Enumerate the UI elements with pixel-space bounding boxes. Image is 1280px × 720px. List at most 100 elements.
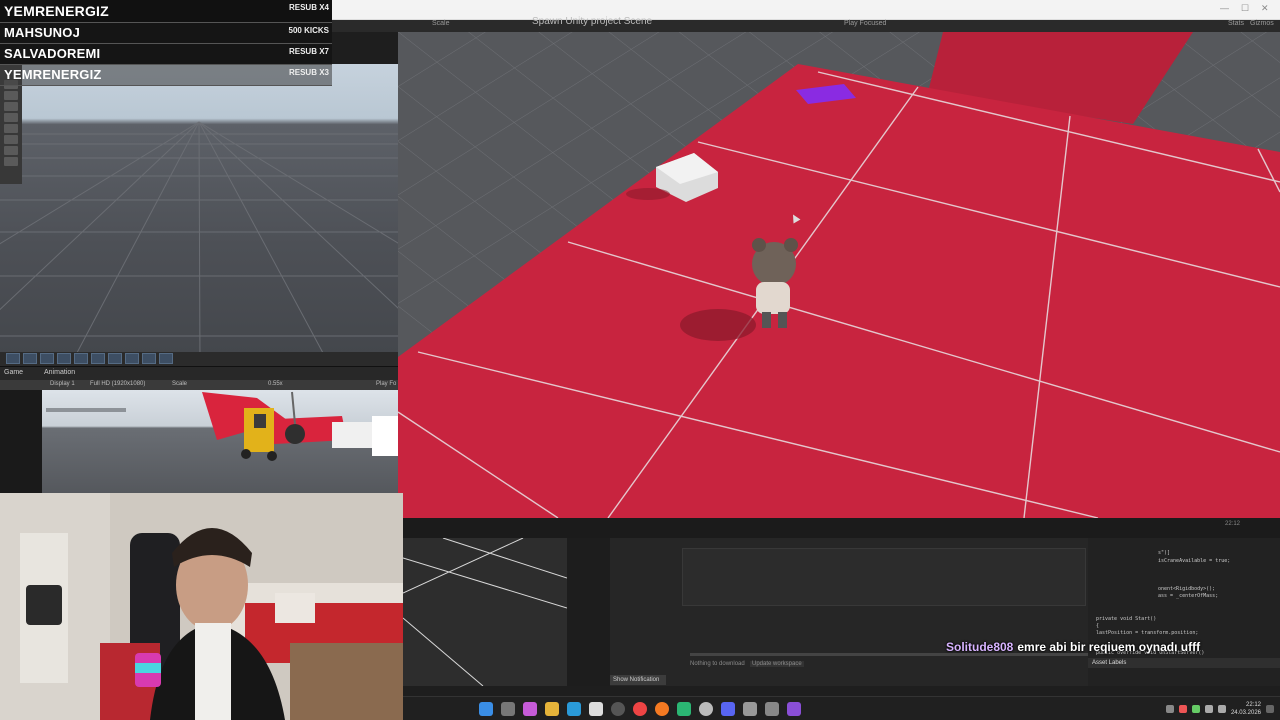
volume-icon[interactable]	[1217, 705, 1226, 713]
discord-icon[interactable]	[721, 702, 735, 716]
event-user: SALVADOREMI	[4, 46, 101, 61]
tray-app-icon[interactable]	[1191, 705, 1200, 713]
tab-animation[interactable]: Animation	[44, 369, 75, 376]
gizmos-button[interactable]: Gizmos	[1250, 20, 1274, 27]
app-icon[interactable]	[699, 702, 713, 716]
chevron-up-icon[interactable]	[1165, 705, 1174, 713]
start-icon[interactable]	[479, 702, 493, 716]
play-focused-dropdown[interactable]: Play Focused	[844, 20, 886, 27]
mini-grid	[0, 121, 398, 366]
tray-app-icon[interactable]	[1178, 705, 1187, 713]
play-focus-dropdown[interactable]: Play Fo	[376, 381, 396, 387]
overlay-tool-icon[interactable]	[74, 353, 88, 364]
overlay-tool-icon[interactable]	[142, 353, 156, 364]
event-row: MAHSUNOJ 500 KICKS	[0, 23, 332, 44]
notification-icon[interactable]	[1266, 705, 1274, 713]
store-icon[interactable]	[589, 702, 603, 716]
resolution-dropdown[interactable]: Full HD (1920x1080)	[90, 381, 145, 387]
code-line: private void Start()	[1096, 616, 1157, 622]
window-title-bar: — ☐ ✕	[332, 0, 1280, 20]
taskbar-clock[interactable]: 22:12 24.03.2026	[1231, 701, 1261, 717]
custom-tool-button[interactable]	[4, 146, 18, 155]
scene-render	[398, 32, 1280, 518]
game-ui-button[interactable]	[46, 408, 86, 412]
unity-icon[interactable]	[743, 702, 757, 716]
webcam-image	[0, 493, 403, 720]
paint-tool-button[interactable]	[4, 157, 18, 166]
display-dropdown[interactable]: Display 1	[50, 381, 75, 387]
scene-title: Spawn Unity project Scene	[532, 16, 653, 27]
file-explorer-icon[interactable]	[545, 702, 559, 716]
game-left-margin	[0, 390, 42, 493]
copilot-icon[interactable]	[523, 702, 537, 716]
event-row: YEMRENERGIZ RESUB X4	[0, 0, 332, 23]
system-tray: 22:12 24.03.2026	[1165, 701, 1274, 717]
scale-tool-button[interactable]	[4, 113, 18, 122]
chat-text: emre abi bir reqiuem oynadı ufff	[1017, 640, 1201, 654]
move-tool-button[interactable]	[4, 91, 18, 100]
network-icon[interactable]	[1204, 705, 1213, 713]
unity-hub-icon[interactable]	[765, 702, 779, 716]
game-render	[202, 391, 398, 461]
event-row: SALVADOREMI RESUB X7	[0, 44, 332, 65]
game-view[interactable]	[42, 390, 398, 493]
overlay-tool-icon[interactable]	[40, 353, 54, 364]
overlay-tool-icon[interactable]	[6, 353, 20, 364]
lower-grid	[403, 538, 567, 686]
code-line: ass = _centerOfMass;	[1158, 593, 1219, 599]
event-badge: 500 KICKS	[288, 26, 329, 35]
task-view-icon[interactable]	[501, 702, 515, 716]
event-badge: RESUB X4	[288, 3, 329, 12]
scale-value: 0.55x	[268, 381, 283, 387]
tab-game[interactable]: Game	[4, 369, 23, 376]
scene-toolbar: Scale Spawn Unity project Scene Play Foc…	[332, 16, 1280, 32]
game-ui-button[interactable]	[86, 408, 126, 412]
stream-screen: — ☐ ✕ Scale Spawn Unity project Scene Pl…	[0, 0, 1280, 720]
chat-message: Solitude808 emre abi bir reqiuem oynadı u…	[946, 640, 1200, 654]
game-panel-tabs: Game Animation	[0, 366, 398, 380]
app-icon[interactable]	[677, 702, 691, 716]
strip-time: 22:12	[1224, 521, 1240, 527]
code-line: {	[1096, 623, 1100, 629]
secondary-scene-view[interactable]	[0, 64, 398, 366]
lower-scene-preview	[403, 538, 567, 686]
overlay-tool-icon[interactable]	[108, 353, 122, 364]
overlay-tool-icon[interactable]	[91, 353, 105, 364]
event-user: YEMRENERGIZ	[4, 67, 102, 82]
rotate-tool-button[interactable]	[4, 102, 18, 111]
minimize-icon[interactable]: —	[1220, 3, 1229, 13]
changes-list	[682, 548, 1086, 606]
overlay-tool-icon[interactable]	[23, 353, 37, 364]
asset-labels-header: Asset Labels	[1088, 658, 1280, 668]
maximize-icon[interactable]: ☐	[1241, 3, 1249, 14]
code-line: isCraneAvailable = true;	[1158, 558, 1231, 564]
rect-tool-button[interactable]	[4, 124, 18, 133]
webcam-feed	[0, 493, 403, 720]
obs-icon[interactable]	[611, 702, 625, 716]
edge-icon[interactable]	[567, 702, 581, 716]
code-editor-panel: s")] isCraneAvailable = true; onent<Rigi…	[1088, 538, 1280, 686]
stats-button[interactable]: Stats	[1228, 20, 1244, 27]
update-workspace-button[interactable]: Update workspace	[750, 661, 804, 667]
nothing-to-download-text: Nothing to download	[690, 661, 745, 667]
code-line: lastPosition = transform.position;	[1096, 630, 1199, 636]
event-user: YEMRENERGIZ	[4, 3, 109, 19]
event-badge: RESUB X3	[288, 68, 329, 77]
clock-time: 22:12	[1245, 702, 1261, 708]
visual-studio-icon[interactable]	[787, 702, 801, 716]
panel-divider	[567, 538, 610, 686]
main-scene-view[interactable]	[398, 32, 1280, 518]
chrome-icon[interactable]	[633, 702, 647, 716]
code-line: onent<Rigidbody>();	[1158, 586, 1216, 592]
show-notification-button[interactable]: Show Notification	[610, 675, 666, 685]
firefox-icon[interactable]	[655, 702, 669, 716]
game-toolbar: Display 1 Full HD (1920x1080) Scale 0.55…	[0, 380, 398, 390]
overlay-tool-icon[interactable]	[57, 353, 71, 364]
overlay-tool-icon[interactable]	[125, 353, 139, 364]
windows-taskbar: 22:12 24.03.2026	[403, 696, 1280, 720]
close-icon[interactable]: ✕	[1261, 3, 1269, 14]
event-badge: RESUB X7	[288, 47, 329, 56]
overlay-tool-icon[interactable]	[159, 353, 173, 364]
version-control-panel: Nothing to download Update workspace Sho…	[610, 538, 1088, 686]
transform-tool-button[interactable]	[4, 135, 18, 144]
